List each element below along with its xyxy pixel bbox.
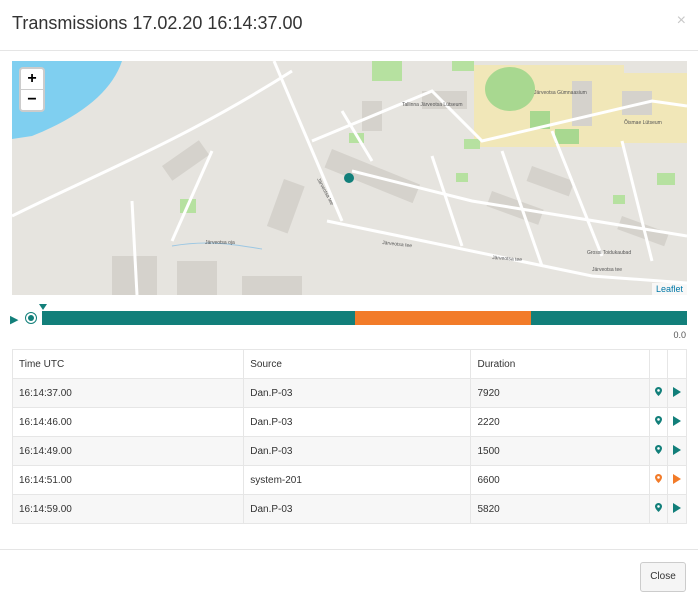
map-pin-icon[interactable] (655, 387, 662, 396)
zoom-out-button[interactable]: − (21, 90, 43, 110)
timeline: ▶ 0.0 (0, 304, 698, 344)
map-pin-icon[interactable] (655, 416, 662, 425)
table-row[interactable]: 16:14:49.00 Dan.P-03 1500 (11, 436, 687, 466)
cell-duration: 1500 (470, 436, 650, 466)
table-row[interactable]: 16:14:51.00 system-201 6600 (11, 465, 687, 495)
school-label-3: Õismae Lütseum (624, 119, 662, 126)
table-row[interactable]: 16:14:37.00 Dan.P-03 7920 (11, 378, 687, 408)
footer-divider (0, 549, 698, 550)
timeline-bar[interactable] (42, 311, 687, 325)
play-cell (667, 465, 687, 495)
street-label-3: Järveotsa tee (592, 267, 622, 273)
close-button[interactable]: Close (640, 562, 686, 592)
cell-time: 16:14:59.00 (11, 494, 245, 524)
play-icon[interactable] (673, 502, 681, 513)
cell-duration: 6600 (470, 465, 650, 495)
location-marker (344, 173, 354, 183)
play-cell (667, 436, 687, 466)
timeline-segment[interactable] (354, 311, 531, 325)
cell-source: system-201 (243, 465, 472, 495)
play-cell (667, 494, 687, 524)
play-cell (667, 407, 687, 437)
cell-source: Dan.P-03 (243, 407, 472, 437)
header-source: Source (243, 349, 472, 379)
zoom-control: + − (19, 67, 45, 112)
dialog-header: Transmissions 17.02.20 16:14:37.00 × (0, 0, 698, 51)
transmissions-table: Time UTC Source Duration 16:14:37.00 Dan.… (11, 349, 687, 524)
locate-cell (649, 436, 668, 466)
sports-field (485, 67, 535, 111)
locate-cell (649, 407, 668, 437)
timeline-cursor[interactable] (39, 304, 47, 310)
dialog-title: Transmissions 17.02.20 16:14:37.00 (12, 13, 303, 33)
play-icon[interactable] (673, 415, 681, 426)
table-row[interactable]: 16:14:59.00 Dan.P-03 5820 (11, 494, 687, 524)
brook-label: Järveotsa oja (205, 240, 235, 246)
cell-time: 16:14:46.00 (11, 407, 245, 437)
header-locate (649, 349, 668, 379)
play-icon[interactable] (673, 473, 681, 484)
timeline-segment[interactable] (42, 311, 355, 325)
cell-source: Dan.P-03 (243, 378, 472, 408)
locate-cell (649, 494, 668, 524)
table-row[interactable]: 16:14:46.00 Dan.P-03 2220 (11, 407, 687, 437)
map-view[interactable]: Järveotsa tee Järveotsa tee Järveotsa te… (12, 61, 687, 295)
play-icon[interactable]: ▶ (10, 313, 18, 326)
cell-source: Dan.P-03 (243, 494, 472, 524)
map-pin-icon[interactable] (655, 445, 662, 454)
header-play (667, 349, 687, 379)
cell-duration: 2220 (470, 407, 650, 437)
map-pin-icon[interactable] (655, 503, 662, 512)
close-icon[interactable]: × (677, 12, 686, 30)
cell-time: 16:14:49.00 (11, 436, 245, 466)
play-cell (667, 378, 687, 408)
cell-time: 16:14:51.00 (11, 465, 245, 495)
header-time: Time UTC (11, 349, 245, 379)
map-tiles: Järveotsa tee Järveotsa tee Järveotsa te… (12, 61, 687, 295)
cell-duration: 5820 (470, 494, 650, 524)
play-icon[interactable] (673, 386, 681, 397)
school-label-2: Järveotsa Gümnaasium (534, 90, 587, 96)
locate-cell (649, 465, 668, 495)
table-header-row: Time UTC Source Duration (11, 349, 687, 379)
header-duration: Duration (470, 349, 650, 379)
locate-cell (649, 378, 668, 408)
school-label-1: Tallinna Järveotsa Lütseum (402, 102, 463, 108)
play-icon[interactable] (673, 444, 681, 455)
zoom-in-button[interactable]: + (21, 69, 43, 90)
record-icon[interactable] (25, 312, 37, 324)
timeline-segment[interactable] (530, 311, 687, 325)
leaflet-attribution-link[interactable]: Leaflet (651, 283, 687, 295)
timeline-value: 0.0 (673, 330, 686, 340)
cell-duration: 7920 (470, 378, 650, 408)
cell-time: 16:14:37.00 (11, 378, 245, 408)
cell-source: Dan.P-03 (243, 436, 472, 466)
shop-label: Grossi Toidukaubad (587, 250, 631, 256)
map-pin-icon[interactable] (655, 474, 662, 483)
